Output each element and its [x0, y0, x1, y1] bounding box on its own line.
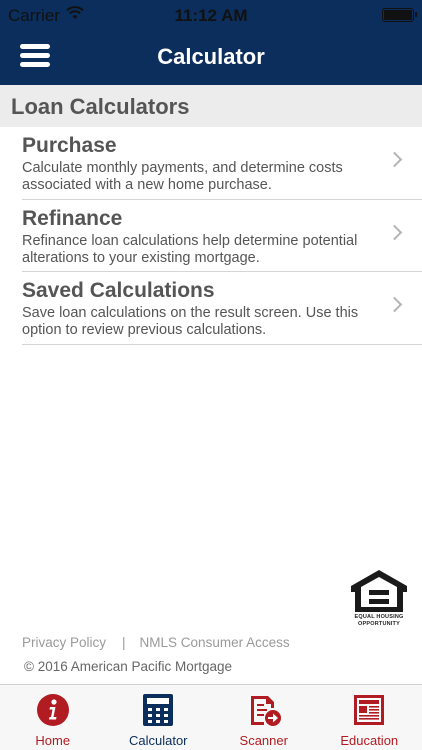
- privacy-policy-link[interactable]: Privacy Policy: [22, 635, 106, 650]
- tab-scanner[interactable]: Scanner: [211, 685, 317, 750]
- list-item-refinance[interactable]: Refinance Refinance loan calculations he…: [22, 200, 422, 272]
- info-icon: [36, 694, 69, 726]
- tab-education[interactable]: Education: [317, 685, 422, 750]
- scanner-icon: [250, 696, 281, 726]
- calculator-icon: [143, 694, 174, 726]
- nmls-consumer-access-link[interactable]: NMLS Consumer Access: [140, 635, 290, 650]
- tab-label: Home: [35, 733, 71, 748]
- nav-bar: Calculator: [0, 30, 422, 85]
- section-title: Loan Calculators: [11, 94, 190, 119]
- item-title: Saved Calculations: [22, 279, 215, 302]
- chevron-right-icon: [386, 151, 403, 168]
- tab-label: Calculator: [128, 733, 188, 748]
- calculator-list: Purchase Calculate monthly payments, and…: [0, 127, 422, 345]
- battery-icon: [382, 8, 417, 22]
- chevron-right-icon: [386, 296, 403, 313]
- status-time: 11:12 AM: [174, 6, 248, 25]
- item-title: Purchase: [22, 134, 117, 157]
- section-header: Loan Calculators: [0, 85, 422, 127]
- list-item-purchase[interactable]: Purchase Calculate monthly payments, and…: [22, 127, 422, 200]
- tab-calculator[interactable]: Calculator: [106, 685, 212, 750]
- footer-separator: |: [122, 635, 126, 650]
- page-title: Calculator: [157, 44, 265, 69]
- tab-label: Education: [340, 733, 399, 748]
- item-title: Refinance: [22, 206, 123, 230]
- item-description: Refinance loan calculations help determi…: [22, 232, 358, 266]
- chevron-right-icon: [386, 224, 403, 240]
- status-bar: Carrier 11:12 AM: [0, 0, 422, 30]
- item-description: Save loan calculations on the result scr…: [22, 305, 359, 338]
- footer-links: Privacy Policy | NMLS Consumer Access: [22, 635, 290, 650]
- tab-label: Scanner: [239, 733, 288, 748]
- copyright-text: © 2016 American Pacific Mortgage: [24, 659, 233, 674]
- equal-housing-label: EQUAL HOUSING OPPORTUNITY: [354, 614, 404, 627]
- tab-bar: Home Calculator Scanner Education: [0, 684, 422, 750]
- item-description: Calculate monthly payments, and determin…: [22, 160, 343, 193]
- tab-home[interactable]: Home: [0, 685, 106, 750]
- list-item-saved-calculations[interactable]: Saved Calculations Save loan calculation…: [22, 272, 422, 345]
- newspaper-icon: [354, 695, 385, 725]
